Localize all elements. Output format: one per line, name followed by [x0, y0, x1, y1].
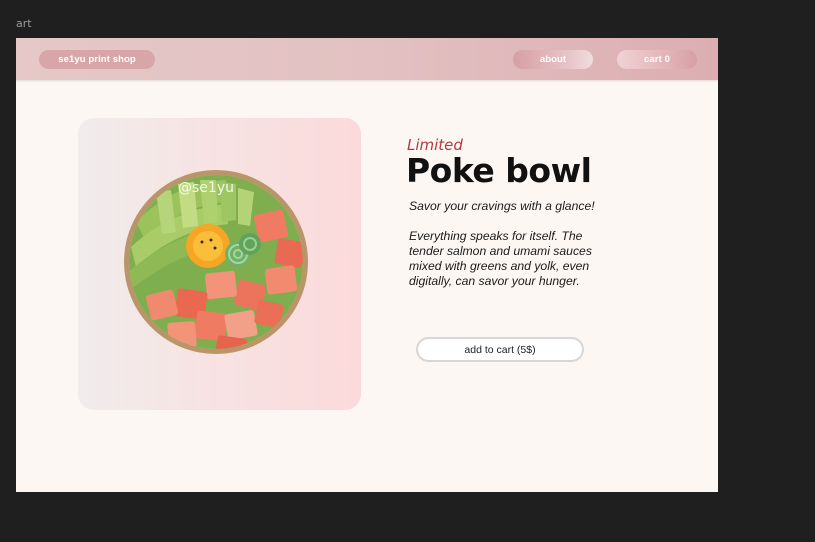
- frame-label: art: [16, 17, 32, 30]
- cart-button[interactable]: cart 0: [617, 50, 697, 69]
- product-title: Poke bowl: [406, 151, 592, 190]
- brand-link[interactable]: se1yu print shop: [39, 50, 155, 69]
- add-to-cart-button[interactable]: add to cart (5$): [416, 337, 584, 362]
- product-image-card: @se1yu: [78, 118, 361, 410]
- product-description: Savor your cravings with a glance! Every…: [409, 199, 619, 304]
- poke-bowl-illustration: @se1yu: [124, 170, 308, 354]
- product-tagline: Savor your cravings with a glance!: [409, 199, 595, 213]
- product-body: Everything speaks for itself. The tender…: [409, 229, 592, 288]
- about-link[interactable]: about: [513, 50, 593, 69]
- image-watermark: @se1yu: [178, 180, 234, 196]
- navbar: se1yu print shop about cart 0: [16, 38, 718, 80]
- art-frame: se1yu print shop about cart 0 @se1yu Lim…: [16, 38, 718, 492]
